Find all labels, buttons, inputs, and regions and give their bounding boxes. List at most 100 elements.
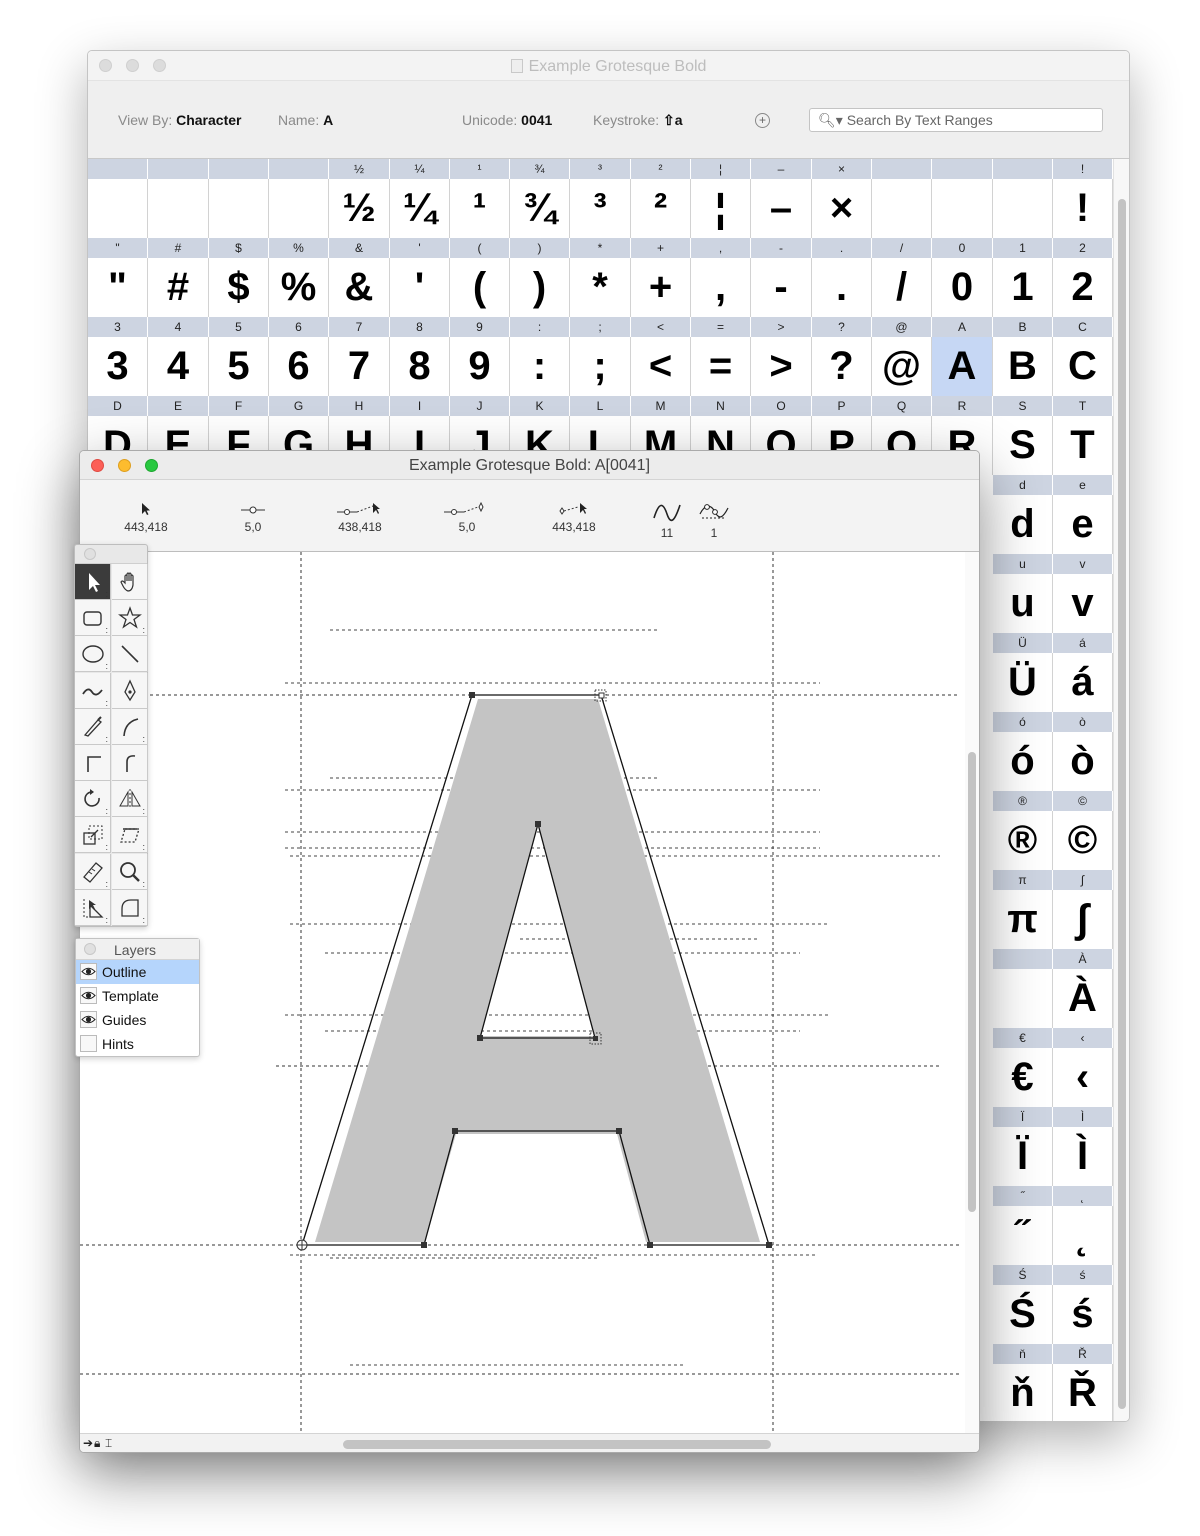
add-icon[interactable]: + [755, 113, 770, 128]
glyph-cell[interactable] [148, 179, 209, 238]
glyph-cell[interactable]: C [1053, 337, 1113, 396]
knife-tool-button[interactable]: : [75, 708, 111, 745]
glyph-cell[interactable]: ś [1053, 1285, 1113, 1344]
glyph-cell[interactable]: > [751, 337, 812, 396]
glyph-cell[interactable]: ˝ [993, 1206, 1053, 1265]
measure-tool-button[interactable]: : [75, 853, 111, 890]
glyph-cell[interactable]: e [1053, 495, 1113, 554]
glyph-cell[interactable]: ó [993, 732, 1053, 791]
glyph-cell[interactable]: ( [450, 258, 510, 317]
hand-tool-button[interactable] [112, 564, 148, 600]
pointer-tool-button[interactable]: : [75, 564, 111, 600]
glyph-cell[interactable]: < [631, 337, 691, 396]
glyph-cell[interactable]: ® [993, 811, 1053, 870]
glyph-cell[interactable]: 0 [932, 258, 993, 317]
visibility-toggle[interactable] [80, 963, 97, 980]
reflect-tool-button[interactable]: : [112, 781, 148, 818]
glyph-cell[interactable]: á [1053, 653, 1113, 712]
glyph-cell[interactable]: ò [1053, 732, 1113, 791]
glyph-cell[interactable]: ¾ [510, 179, 570, 238]
glyph-cell[interactable]: / [872, 258, 932, 317]
visibility-toggle[interactable] [80, 987, 97, 1004]
ellipse-tool-button[interactable]: : [75, 636, 111, 673]
editor-vertical-scrollbar[interactable] [965, 552, 979, 1433]
pen-tool-button[interactable] [112, 672, 148, 709]
glyph-cell[interactable]: Ü [993, 653, 1053, 712]
visibility-toggle[interactable] [80, 1011, 97, 1028]
glyph-cell[interactable]: S [993, 416, 1053, 475]
glyph-cell[interactable]: ˛ [1053, 1206, 1113, 1265]
glyph-cell[interactable]: 4 [148, 337, 209, 396]
visibility-toggle[interactable] [80, 1035, 97, 1052]
glyph-cell[interactable]: & [329, 258, 390, 317]
glyph-cell[interactable]: v [1053, 574, 1113, 633]
glyph-cell[interactable]: ' [390, 258, 450, 317]
glyph-cell[interactable]: * [570, 258, 631, 317]
glyph-cell[interactable]: ? [812, 337, 872, 396]
glyph-cell[interactable]: À [1053, 969, 1113, 1028]
glyph-cell[interactable]: + [631, 258, 691, 317]
glyph-cell[interactable]: ¼ [390, 179, 450, 238]
glyph-cell[interactable]: 3 [88, 337, 148, 396]
close-icon[interactable] [84, 548, 96, 560]
tangent-point-tool-button[interactable] [112, 745, 148, 781]
close-icon[interactable] [84, 943, 96, 955]
layer-row-guides[interactable]: Guides [76, 1008, 199, 1032]
glyph-cell[interactable]: ¹ [450, 179, 510, 238]
glyph-cell[interactable]: @ [872, 337, 932, 396]
glyph-cell[interactable]: 1 [993, 258, 1053, 317]
glyph-cell[interactable]: 9 [450, 337, 510, 396]
glyph-cell[interactable]: d [993, 495, 1053, 554]
rectangle-tool-button[interactable]: : [75, 600, 111, 637]
glyph-cell[interactable] [993, 179, 1053, 238]
zoom-tool-button[interactable]: : [112, 853, 148, 890]
arrow-icon[interactable]: ➔ [83, 1436, 94, 1450]
scale-tool-button[interactable]: : [75, 817, 111, 854]
glyph-cell[interactable]: 8 [390, 337, 450, 396]
glyph-cell[interactable]: ; [570, 337, 631, 396]
glyph-cell[interactable]: ¦ [691, 179, 751, 238]
layer-row-hints[interactable]: Hints [76, 1032, 199, 1056]
glyph-cell[interactable]: " [88, 258, 148, 317]
glyph-cell[interactable]: © [1053, 811, 1113, 870]
glyph-cell[interactable] [993, 969, 1053, 1028]
layer-row-outline[interactable]: Outline [76, 960, 199, 984]
glyph-cell[interactable]: % [269, 258, 329, 317]
glyph-cell[interactable]: 5 [209, 337, 269, 396]
glyph-cell[interactable]: 2 [1053, 258, 1113, 317]
rotate-tool-button[interactable]: : [75, 781, 111, 818]
overview-scrollbar[interactable] [1113, 159, 1129, 1421]
glyph-cell[interactable]: ³ [570, 179, 631, 238]
lock-icon[interactable]: 🔒︎ [94, 1436, 105, 1451]
glyph-cell[interactable] [872, 179, 932, 238]
glyph-cell[interactable] [932, 179, 993, 238]
glyph-cell[interactable] [269, 179, 329, 238]
glyph-cell[interactable]: # [148, 258, 209, 317]
glyph-cell[interactable]: 7 [329, 337, 390, 396]
glyph-cell[interactable]: - [751, 258, 812, 317]
glyph-cell[interactable]: u [993, 574, 1053, 633]
glyph-canvas[interactable] [80, 552, 965, 1433]
glyph-cell[interactable]: . [812, 258, 872, 317]
glyph-cell[interactable]: ň [993, 1364, 1053, 1421]
glyph-cell[interactable]: – [751, 179, 812, 238]
cursor-icon[interactable]: ⌶ [105, 1436, 116, 1451]
glyph-cell[interactable]: B [993, 337, 1053, 396]
curve-point-tool-button[interactable]: : [112, 708, 148, 745]
glyph-cell[interactable]: A [932, 337, 993, 396]
star-tool-button[interactable]: : [112, 600, 148, 637]
glyph-cell[interactable]: ‹ [1053, 1048, 1113, 1107]
glyph-cell[interactable]: Ř [1053, 1364, 1113, 1421]
skew-tool-button[interactable]: : [112, 817, 148, 854]
glyph-cell[interactable]: : [510, 337, 570, 396]
glyph-cell[interactable]: × [812, 179, 872, 238]
glyph-cell[interactable]: π [993, 890, 1053, 949]
glyph-cell[interactable] [209, 179, 269, 238]
glyph-cell[interactable]: , [691, 258, 751, 317]
view-by-value[interactable]: Character [176, 112, 241, 128]
corner-point-tool-button[interactable] [75, 745, 111, 781]
glyph-cell[interactable]: ! [1053, 179, 1113, 238]
layer-row-template[interactable]: Template [76, 984, 199, 1008]
glyph-cell[interactable] [88, 179, 148, 238]
glyph-cell[interactable]: T [1053, 416, 1113, 475]
